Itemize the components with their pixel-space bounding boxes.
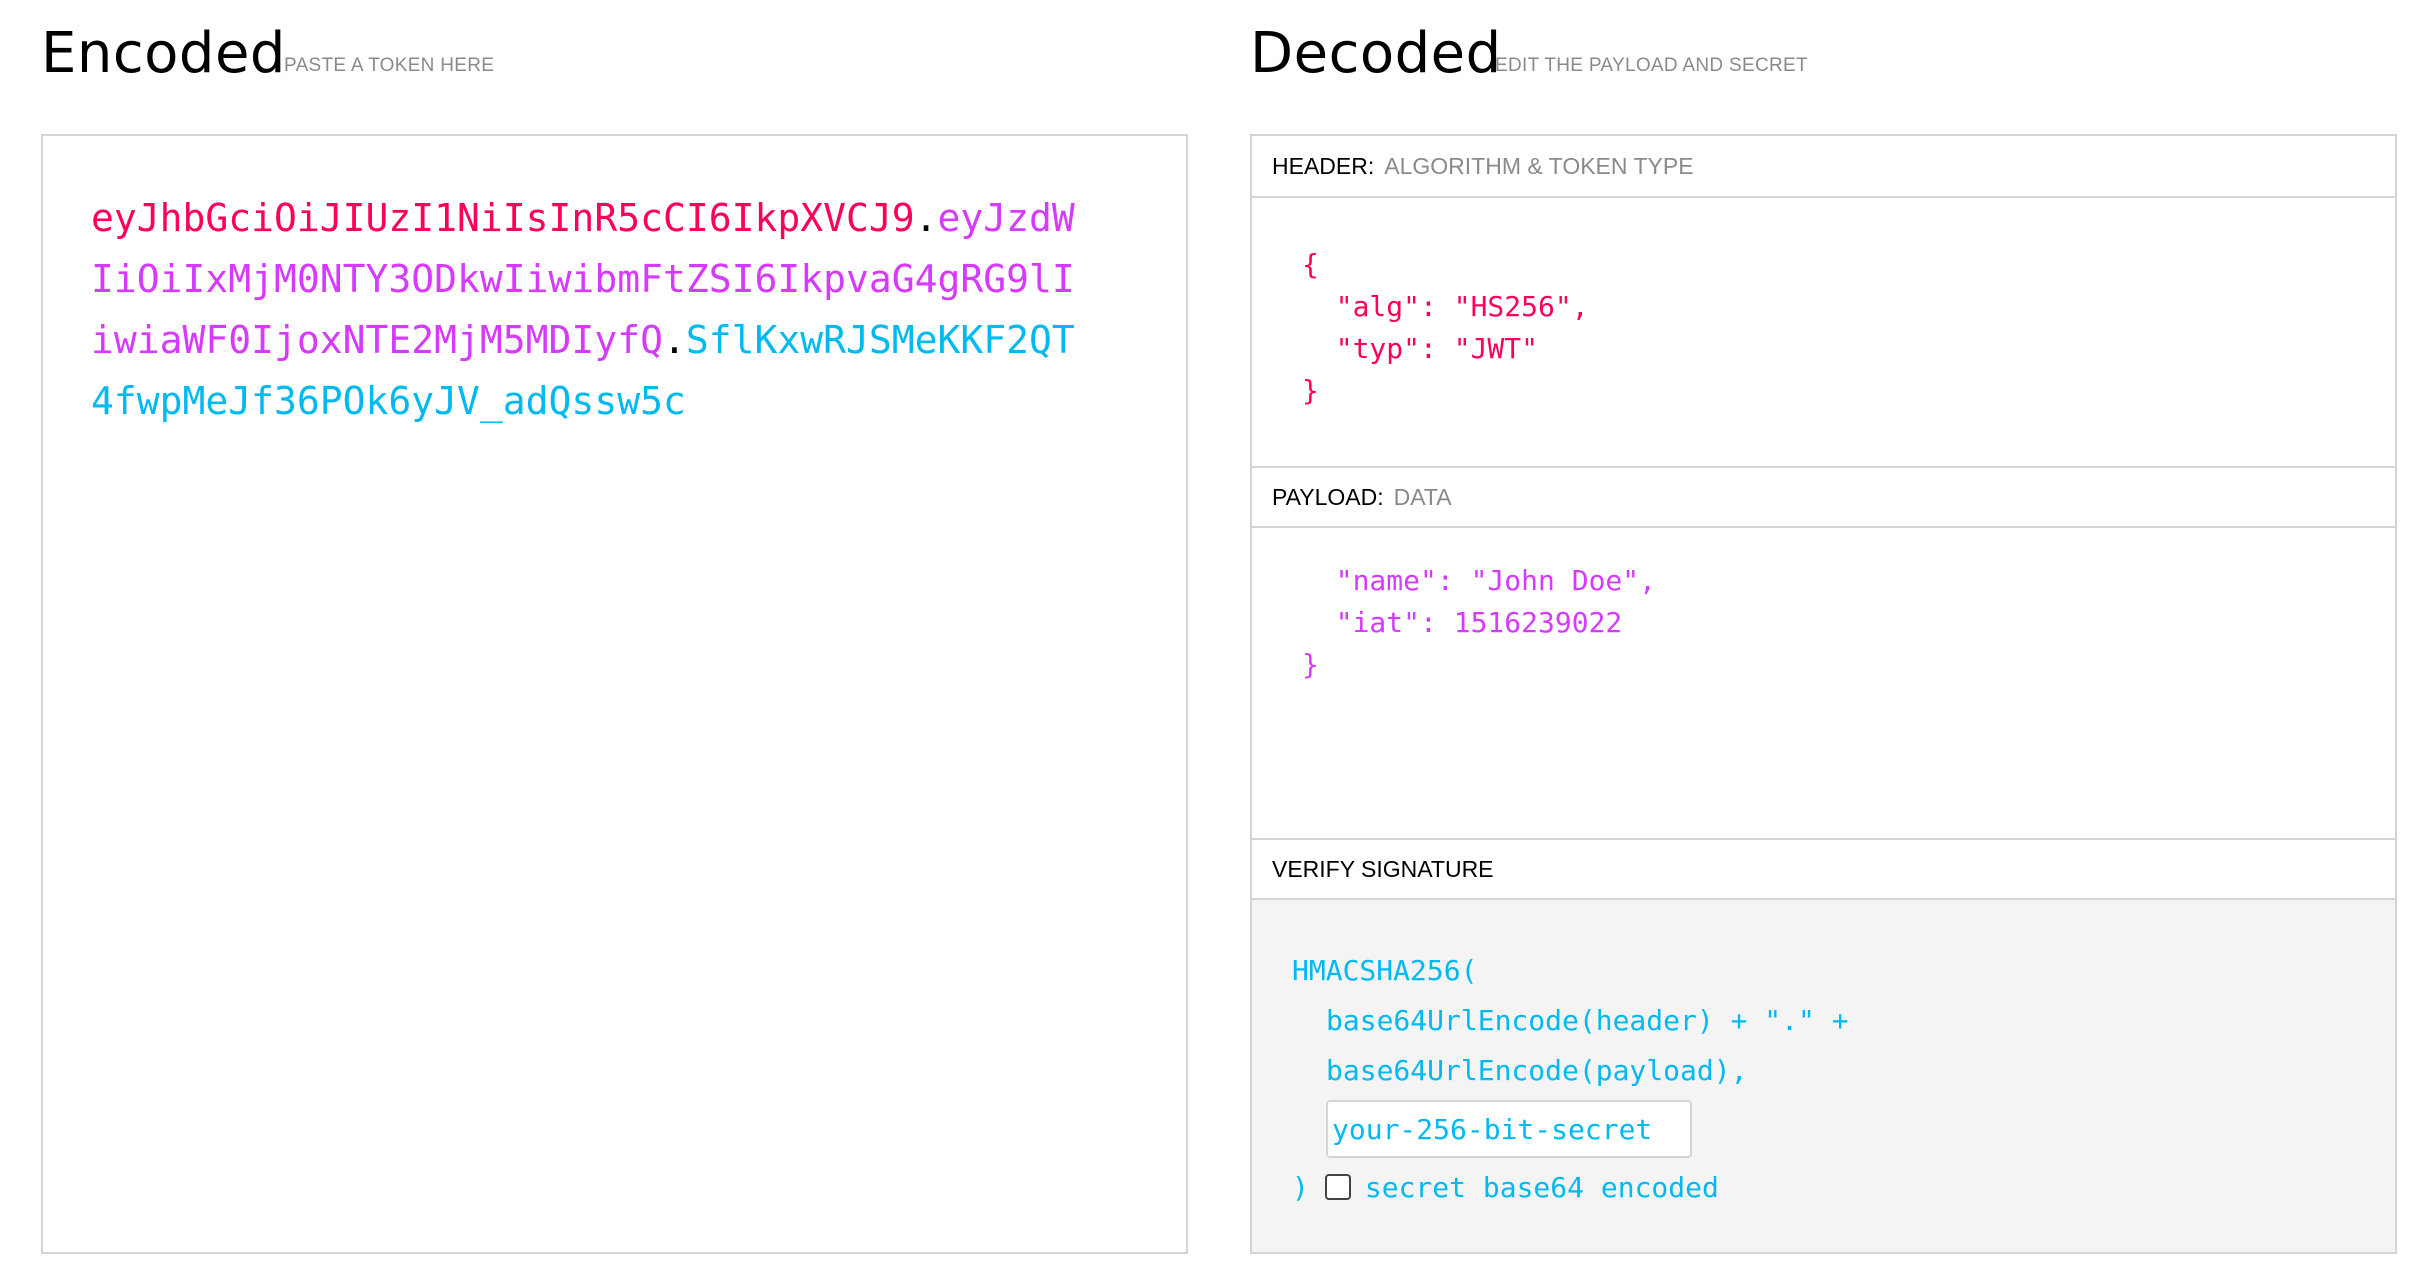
header-sublabel: ALGORITHM & TOKEN TYPE [1384,152,1694,179]
close-paren: ) [1292,1170,1309,1204]
payload-label: PAYLOAD: [1272,483,1384,510]
token-header-part: eyJhbGciOiJIUzI1NiIsInR5cCI6IkpXVCJ9 [91,196,915,240]
header-editor[interactable]: { "alg": "HS256", "typ": "JWT" } [1252,198,2395,466]
header-section-heading: HEADER: ALGORITHM & TOKEN TYPE [1252,136,2395,198]
payload-editor[interactable]: "name": "John Doe", "iat": 1516239022 } [1252,528,2395,838]
header-label: HEADER: [1272,152,1375,179]
encoded-token-editor[interactable]: eyJhbGciOiJIUzI1NiIsInR5cCI6IkpXVCJ9.eyJ… [41,134,1188,1254]
verify-line-header: base64UrlEncode(header) + "." + [1326,1004,1849,1037]
decoded-title: Decoded [1250,21,1502,86]
secret-base64-label[interactable]: secret base64 encoded [1365,1171,1719,1204]
encoded-title: Encoded [41,21,286,86]
decoded-subtitle: EDIT THE PAYLOAD AND SECRET [1495,55,1808,76]
payload-sublabel: DATA [1393,483,1452,510]
encoded-subtitle: PASTE A TOKEN HERE [284,55,495,76]
secret-base64-checkbox[interactable] [1324,1174,1351,1200]
verify-line-payload: base64UrlEncode(payload), [1326,1054,1748,1087]
header-json[interactable]: { "alg": "HS256", "typ": "JWT" } [1302,244,1589,412]
verify-signature-body: HMACSHA256( base64UrlEncode(header) + ".… [1252,900,2395,1252]
payload-json[interactable]: "name": "John Doe", "iat": 1516239022 } [1302,560,1656,686]
decoded-panel: HEADER: ALGORITHM & TOKEN TYPE { "alg": … [1250,134,2397,1254]
token-separator: . [662,318,686,362]
verify-code: HMACSHA256( base64UrlEncode(header) + ".… [1292,946,1849,1216]
token-separator: . [914,196,938,240]
verify-label: VERIFY SIGNATURE [1272,855,1494,882]
verify-line-close: ) secret base64 encoded [1292,1158,1849,1216]
secret-input[interactable] [1326,1100,1692,1158]
verify-section-heading: VERIFY SIGNATURE [1252,838,2395,900]
token-text[interactable]: eyJhbGciOiJIUzI1NiIsInR5cCI6IkpXVCJ9.eyJ… [91,188,1081,432]
payload-section-heading: PAYLOAD: DATA [1252,466,2395,528]
verify-line-function: HMACSHA256( [1292,954,1478,987]
